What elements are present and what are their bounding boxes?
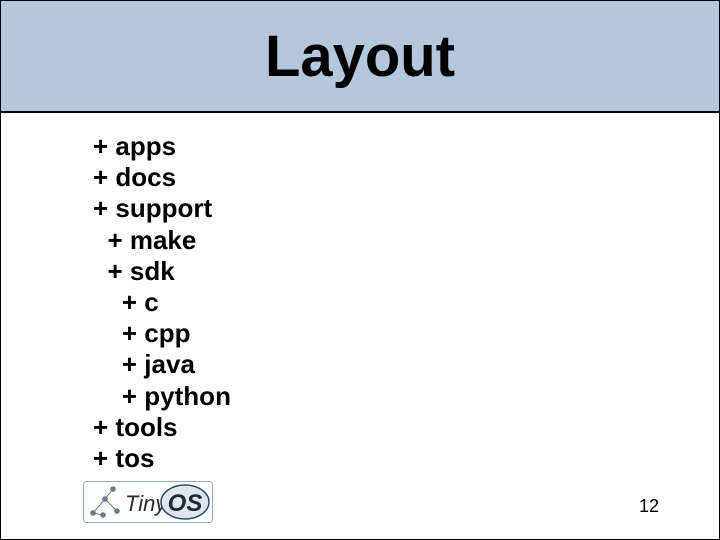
logo-text-os: OS — [161, 485, 209, 519]
tree-item: + docs — [93, 162, 231, 193]
slide-title: Layout — [265, 23, 455, 90]
tree-item: + tos — [93, 443, 231, 474]
tree-item: + support — [93, 193, 231, 224]
svg-text:OS: OS — [168, 490, 203, 517]
directory-tree: + apps + docs + support + make + sdk + c… — [93, 131, 231, 474]
page-number: 12 — [639, 496, 659, 517]
tree-item: + apps — [93, 131, 231, 162]
tree-item: + cpp — [93, 318, 231, 349]
tree-item: + make — [93, 225, 231, 256]
tree-item: + java — [93, 349, 231, 380]
tinyos-logo: Tiny OS — [83, 481, 213, 523]
tree-item: + python — [93, 381, 231, 412]
tree-item: + tools — [93, 412, 231, 443]
title-bar: Layout — [1, 1, 719, 113]
tree-item: + c — [93, 287, 231, 318]
tree-item: + sdk — [93, 256, 231, 287]
slide: Layout + apps + docs + support + make + … — [0, 0, 720, 540]
